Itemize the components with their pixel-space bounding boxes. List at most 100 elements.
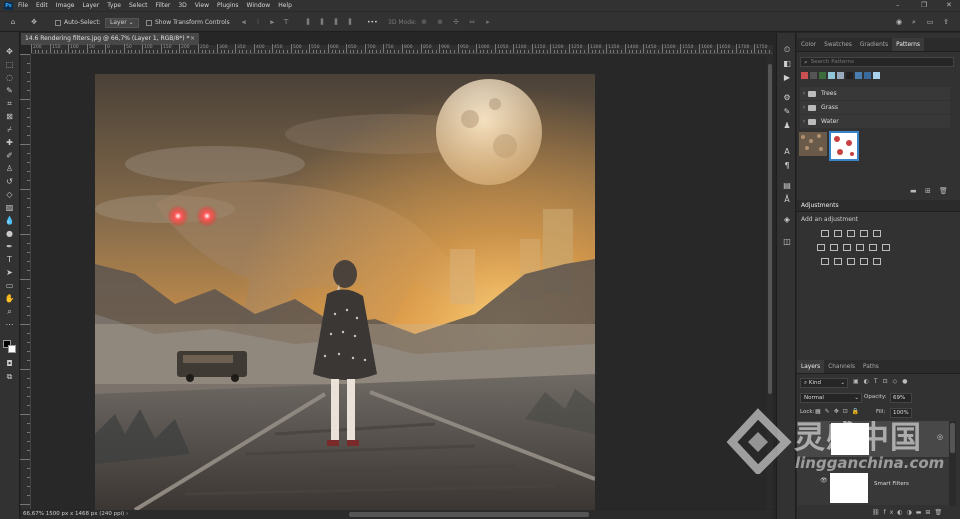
- recent-pattern-1[interactable]: [801, 72, 808, 79]
- distribute-2-icon[interactable]: ⫼: [318, 18, 326, 26]
- brush-tool-icon[interactable]: ✐: [4, 151, 15, 161]
- curves-icon[interactable]: [847, 230, 855, 237]
- pattern-thumbnail-2[interactable]: [829, 131, 859, 161]
- character-icon[interactable]: A: [782, 147, 792, 157]
- type-tool-icon[interactable]: T: [4, 255, 15, 265]
- user-icon[interactable]: ◉: [895, 18, 903, 26]
- brushes-icon[interactable]: ✎: [782, 107, 792, 117]
- tab-swatches[interactable]: Swatches: [820, 38, 856, 51]
- menu-file[interactable]: File: [18, 2, 28, 9]
- menu-select[interactable]: Select: [129, 2, 148, 9]
- recent-pattern-3[interactable]: [819, 72, 826, 79]
- gradient-tool-icon[interactable]: ▨: [4, 203, 15, 213]
- 3d-slide-icon[interactable]: ⇔: [468, 18, 476, 26]
- search-icon[interactable]: ⌕: [910, 18, 918, 26]
- selective-color-icon[interactable]: [873, 258, 881, 265]
- invert-icon[interactable]: [821, 258, 829, 265]
- recent-pattern-8[interactable]: [864, 72, 871, 79]
- layer-filter-icons[interactable]: ▣◐T⊡◇●: [853, 378, 912, 385]
- new-pattern-icon[interactable]: ⊞: [925, 187, 931, 195]
- crop-tool-icon[interactable]: ⌗: [4, 99, 15, 109]
- color-balance-icon[interactable]: [830, 244, 838, 251]
- posterize-icon[interactable]: [834, 258, 842, 265]
- recent-pattern-2[interactable]: [810, 72, 817, 79]
- blur-tool-icon[interactable]: 💧: [4, 216, 15, 226]
- more-options-button[interactable]: •••: [367, 17, 378, 28]
- properties-icon[interactable]: ◧: [782, 59, 792, 69]
- menu-3d[interactable]: 3D: [178, 2, 186, 9]
- menu-filter[interactable]: Filter: [156, 2, 171, 9]
- workspace-icon[interactable]: ▭: [926, 18, 934, 26]
- blend-mode-dropdown[interactable]: Normal ⌄: [800, 393, 862, 403]
- frame-tool-icon[interactable]: ⊠: [4, 112, 15, 122]
- menu-view[interactable]: View: [195, 2, 209, 9]
- share-icon[interactable]: ⇪: [942, 18, 950, 26]
- 3d-roll-icon[interactable]: ⊗: [436, 18, 444, 26]
- pattern-folder-trees[interactable]: › Trees: [800, 87, 950, 100]
- 3d-orbit-icon[interactable]: ⊕: [420, 18, 428, 26]
- hue-saturation-icon[interactable]: [817, 244, 825, 251]
- navigator-icon[interactable]: ◫: [782, 237, 792, 247]
- layer-filter-kind-dropdown[interactable]: ⌕ Kind ⌄: [800, 378, 848, 388]
- threshold-icon[interactable]: [847, 258, 855, 265]
- home-icon[interactable]: ⌂: [9, 18, 17, 26]
- auto-select-checkbox[interactable]: Auto-Select:: [55, 17, 101, 28]
- layer-actions-bar[interactable]: ⛓fx◐◑▬⊞🗑: [872, 509, 946, 516]
- move-tool-icon[interactable]: ✥: [4, 47, 15, 57]
- quick-mask-icon[interactable]: ◘: [4, 359, 15, 369]
- 3d-icon[interactable]: ◈: [782, 215, 792, 225]
- menu-window[interactable]: Window: [247, 2, 271, 9]
- glyphs-icon[interactable]: Å: [782, 195, 792, 205]
- checkbox-box[interactable]: [55, 19, 61, 26]
- tab-patterns[interactable]: Patterns: [892, 38, 924, 51]
- 3d-scale-icon[interactable]: ▸: [484, 18, 492, 26]
- path-select-icon[interactable]: ➤: [4, 268, 15, 278]
- lasso-tool-icon[interactable]: ◌: [4, 73, 15, 83]
- menu-plugins[interactable]: Plugins: [217, 2, 239, 9]
- paragraph-icon[interactable]: ¶: [782, 161, 792, 171]
- auto-select-dropdown[interactable]: Layer ⌄: [105, 17, 139, 28]
- adjustments-panel-title[interactable]: Adjustments: [797, 200, 960, 212]
- align-right-icon[interactable]: ⫸: [268, 18, 276, 26]
- gradient-map-icon[interactable]: [860, 258, 868, 265]
- 3d-pan-icon[interactable]: ✣: [452, 18, 460, 26]
- history-brush-icon[interactable]: ↺: [4, 177, 15, 187]
- menu-help[interactable]: Help: [278, 2, 292, 9]
- move-tool-icon[interactable]: ✥: [30, 18, 38, 26]
- tab-gradients[interactable]: Gradients: [856, 38, 892, 51]
- align-left-icon[interactable]: ⫷: [240, 18, 248, 26]
- exposure-icon[interactable]: [860, 230, 868, 237]
- distribute-4-icon[interactable]: ⫼: [346, 18, 354, 26]
- opacity-input[interactable]: 69%: [890, 393, 912, 403]
- transform-controls-checkbox[interactable]: Show Transform Controls: [146, 17, 230, 28]
- search-patterns-input[interactable]: [810, 59, 941, 65]
- recent-pattern-7[interactable]: [855, 72, 862, 79]
- black-white-icon[interactable]: [843, 244, 851, 251]
- color-lookup-icon[interactable]: [882, 244, 890, 251]
- libraries-icon[interactable]: ▤: [782, 181, 792, 191]
- maximize-button[interactable]: ❐: [921, 1, 927, 9]
- recent-pattern-4[interactable]: [828, 72, 835, 79]
- brush-settings-icon[interactable]: ⚙: [782, 93, 792, 103]
- menu-layer[interactable]: Layer: [82, 2, 99, 9]
- checkbox-box[interactable]: [146, 19, 152, 26]
- search-patterns-field[interactable]: ⌕: [800, 57, 954, 67]
- play-actions-icon[interactable]: ▶: [782, 73, 792, 83]
- healing-brush-icon[interactable]: ✚: [4, 138, 15, 148]
- zoom-tool-icon[interactable]: ⌕: [4, 307, 15, 317]
- horizontal-ruler[interactable]: 200 150 100 50 0 50 100 150 200 250 300 350 400 450 50…: [31, 44, 773, 54]
- document-image[interactable]: [95, 74, 595, 510]
- brightness-icon[interactable]: [821, 230, 829, 237]
- dodge-tool-icon[interactable]: ●: [4, 229, 15, 239]
- new-group-icon[interactable]: ▬: [910, 187, 917, 195]
- align-center-icon[interactable]: ⫶: [254, 18, 262, 26]
- history-icon[interactable]: ⏲: [782, 45, 792, 55]
- tab-color[interactable]: Color: [797, 38, 820, 51]
- more-tools-icon[interactable]: ⋯: [4, 320, 15, 330]
- eraser-tool-icon[interactable]: ◇: [4, 190, 15, 200]
- recent-pattern-9[interactable]: [873, 72, 880, 79]
- menu-type[interactable]: Type: [107, 2, 121, 9]
- close-document-icon[interactable]: ×: [190, 33, 195, 45]
- document-tab[interactable]: 14.6 Rendering filters.jpg @ 66,7% (Laye…: [21, 33, 199, 45]
- vertical-scroll-thumb[interactable]: [768, 64, 772, 394]
